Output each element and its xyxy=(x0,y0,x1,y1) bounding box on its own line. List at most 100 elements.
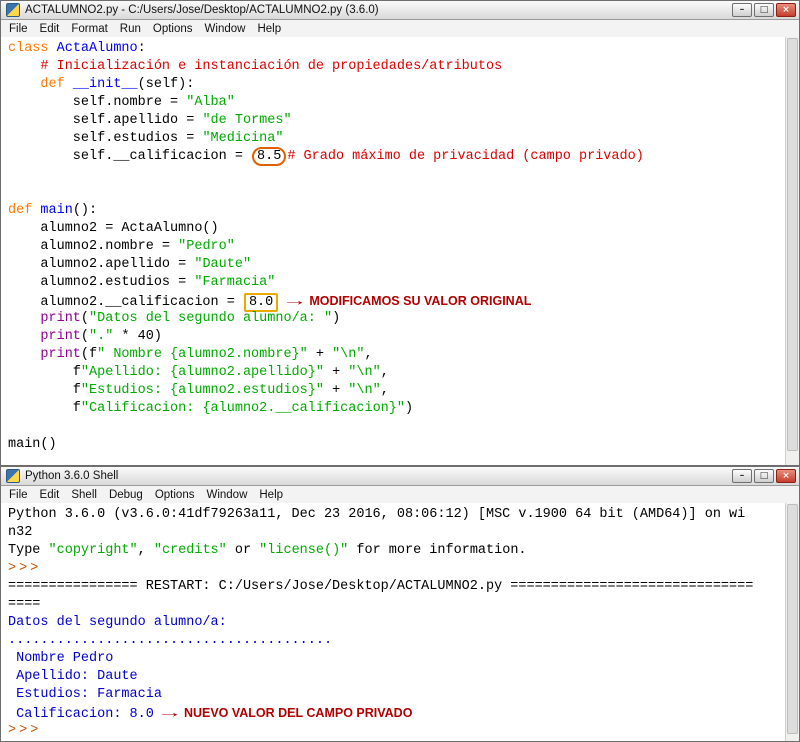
string-token: "\n" xyxy=(348,365,381,380)
plain-code-text: ) xyxy=(332,311,341,326)
code-line: >>> xyxy=(8,560,779,578)
shell-scrollbar-thumb[interactable] xyxy=(787,504,798,735)
comment-token: # Inicialización e instanciación de prop… xyxy=(40,59,503,74)
string-token: "Calificacion: {alumno2.__calificacion}" xyxy=(80,401,405,416)
menu-item-file[interactable]: File xyxy=(3,22,34,36)
plain-code-text: alumno2 = ActaAlumno() xyxy=(8,221,219,236)
code-line: ================ RESTART: C:/Users/Jose/… xyxy=(8,578,779,596)
plain-code-text: , xyxy=(364,347,373,362)
code-line: f"Apellido: {alumno2.apellido}" + "\n", xyxy=(8,364,779,382)
plain-code-text: alumno2.apellido = xyxy=(8,257,195,272)
close-button[interactable]: × xyxy=(776,3,796,17)
plain-code-text: ) xyxy=(404,401,414,416)
program-output-text: Estudios: Farmacia xyxy=(8,687,162,702)
plain-code-text: n32 xyxy=(8,525,33,540)
plain-code-text xyxy=(8,347,40,362)
plain-code-text xyxy=(49,41,57,56)
code-line: self.__calificacion = 8.5 # Grado máximo … xyxy=(8,147,779,166)
shell-titlebar[interactable]: Python 3.6.0 Shell – □ × xyxy=(1,467,799,486)
code-line: print(f" Nombre {alumno2.nombre}" + "\n"… xyxy=(8,346,779,364)
string-token: "copyright" xyxy=(48,543,138,558)
code-line: ==== xyxy=(8,596,779,614)
shell-text-area[interactable]: Python 3.6.0 (v3.6.0:41df79263a11, Dec 2… xyxy=(1,503,799,740)
plain-code-text xyxy=(8,311,40,326)
plain-code-text: f xyxy=(8,365,81,380)
maximize-button[interactable]: □ xyxy=(754,3,774,17)
program-output-text: Datos del segundo alumno/a: xyxy=(8,615,235,630)
editor-text-area[interactable]: class ActaAlumno: # Inicialización e ins… xyxy=(1,37,799,454)
maximize-button[interactable]: □ xyxy=(754,469,774,483)
string-token: "license()" xyxy=(259,543,349,558)
code-line: Estudios: Farmacia xyxy=(8,686,779,704)
builtin-token: print xyxy=(40,329,81,344)
plain-code-text: * 40) xyxy=(113,329,162,344)
menu-item-edit[interactable]: Edit xyxy=(34,22,66,36)
menu-item-format[interactable]: Format xyxy=(65,22,113,36)
annotation-arrow-icon: → xyxy=(287,295,303,310)
plain-code-text: ( xyxy=(80,311,90,326)
menu-item-shell[interactable]: Shell xyxy=(65,488,103,502)
editor-window-title: ACTALUMNO2.py - C:/Users/Jose/Desktop/AC… xyxy=(25,4,379,16)
code-line: f"Calificacion: {alumno2.__calificacion}… xyxy=(8,400,779,418)
highlighted-value-circle: 8.5 xyxy=(252,147,287,166)
menu-item-window[interactable]: Window xyxy=(199,22,252,36)
code-line: Type "copyright", "credits" or "license(… xyxy=(8,542,779,560)
editor-titlebar[interactable]: ACTALUMNO2.py - C:/Users/Jose/Desktop/AC… xyxy=(1,1,799,20)
string-token: "Alba" xyxy=(186,95,235,110)
plain-code-text xyxy=(8,59,40,74)
string-token: "Apellido: {alumno2.apellido}" xyxy=(80,365,324,380)
menu-item-options[interactable]: Options xyxy=(147,22,199,36)
code-line: alumno2 = ActaAlumno() xyxy=(8,220,779,238)
code-line: self.apellido = "de Tormes" xyxy=(8,112,779,130)
string-token: "Medicina" xyxy=(202,131,284,146)
code-line: f"Estudios: {alumno2.estudios}" + "\n", xyxy=(8,382,779,400)
string-token: "Daute" xyxy=(194,257,252,272)
definition-name: ActaAlumno xyxy=(56,41,138,56)
plain-code-text xyxy=(8,329,40,344)
shell-prompt: >>> xyxy=(8,723,53,738)
plain-code-text: , xyxy=(137,543,154,558)
shell-window: Python 3.6.0 Shell – □ × File Edit Shell De… xyxy=(0,466,800,742)
string-token: " Nombre {alumno2.nombre}" xyxy=(97,347,308,362)
menu-item-file[interactable]: File xyxy=(3,488,34,502)
string-token: "Datos del segundo alumno/a: " xyxy=(89,311,333,326)
minimize-button[interactable]: – xyxy=(732,3,752,17)
code-line: >>> xyxy=(8,722,779,740)
plain-code-text: alumno2.estudios = xyxy=(8,275,195,290)
menu-item-run[interactable]: Run xyxy=(114,22,147,36)
close-button[interactable]: × xyxy=(776,469,796,483)
shell-prompt: >>> xyxy=(8,561,53,576)
menu-item-debug[interactable]: Debug xyxy=(103,488,149,502)
code-line: alumno2.nombre = "Pedro" xyxy=(8,238,779,256)
code-line: def __init__(self): xyxy=(8,76,779,94)
definition-name: main xyxy=(40,203,73,218)
plain-code-text: alumno2.nombre = xyxy=(8,239,179,254)
menu-item-edit[interactable]: Edit xyxy=(34,488,66,502)
builtin-token: print xyxy=(40,311,81,326)
plain-code-text: main() xyxy=(8,437,57,452)
code-line: ........................................ xyxy=(8,632,779,650)
code-line: main() xyxy=(8,436,779,454)
code-line: Calificacion: 8.0 → NUEVO VALOR DEL CAMPO … xyxy=(8,704,779,722)
editor-scrollbar-thumb[interactable] xyxy=(787,38,798,451)
code-line: Apellido: Daute xyxy=(8,668,779,686)
minimize-button[interactable]: – xyxy=(732,469,752,483)
menu-item-window[interactable]: Window xyxy=(200,488,253,502)
code-line: Datos del segundo alumno/a: xyxy=(8,614,779,632)
program-output-text: ........................................ xyxy=(8,633,333,648)
plain-code-text: ================ RESTART: C:/Users/Jose/… xyxy=(8,579,754,594)
idle-desktop: ACTALUMNO2.py - C:/Users/Jose/Desktop/AC… xyxy=(0,0,800,742)
shell-scrollbar[interactable] xyxy=(785,503,799,741)
code-line: self.nombre = "Alba" xyxy=(8,94,779,112)
editor-window: ACTALUMNO2.py - C:/Users/Jose/Desktop/AC… xyxy=(0,0,800,466)
plain-code-text xyxy=(8,77,40,92)
menu-item-help[interactable]: Help xyxy=(251,22,287,36)
menu-item-options[interactable]: Options xyxy=(149,488,201,502)
editor-scrollbar[interactable] xyxy=(785,37,799,465)
plain-code-text: Python 3.6.0 (v3.6.0:41df79263a11, Dec 2… xyxy=(8,507,746,522)
menu-item-help[interactable]: Help xyxy=(253,488,289,502)
plain-code-text: : xyxy=(137,41,146,56)
plain-code-text: self.estudios = xyxy=(8,131,203,146)
python-shell-icon xyxy=(6,469,20,483)
plain-code-text: ( xyxy=(80,329,90,344)
